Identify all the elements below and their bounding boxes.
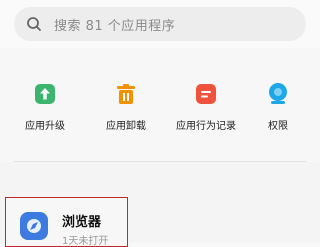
search-bar[interactable]: 搜索 81 个应用程序 (14, 7, 306, 41)
permissions-button[interactable]: 权限 (238, 72, 318, 132)
app-last-opened: 1天未打开 (62, 236, 109, 247)
search-placeholder: 搜索 81 个应用程序 (54, 18, 176, 34)
app-name: 浏览器 (62, 215, 102, 230)
search-icon (26, 16, 42, 32)
app-upgrade-button[interactable]: 应用升级 (5, 72, 85, 132)
app-behavior-record-button[interactable]: 应用行为记录 (166, 72, 246, 132)
app-list-item-browser[interactable]: 浏览器 1天未打开 (5, 197, 128, 247)
quick-actions-grid: 应用升级 应用卸载 应用行为记录 权限 (0, 72, 320, 134)
app-uninstall-label: 应用卸载 (106, 121, 146, 132)
browser-icon (20, 212, 48, 240)
permission-icon (266, 82, 290, 106)
permissions-label: 权限 (268, 121, 288, 132)
record-icon (194, 82, 218, 106)
app-behavior-record-label: 应用行为记录 (176, 121, 236, 132)
upgrade-arrow-icon (33, 82, 57, 106)
app-uninstall-button[interactable]: 应用卸载 (86, 72, 166, 132)
trash-icon (114, 82, 138, 106)
app-upgrade-label: 应用升级 (25, 121, 65, 132)
